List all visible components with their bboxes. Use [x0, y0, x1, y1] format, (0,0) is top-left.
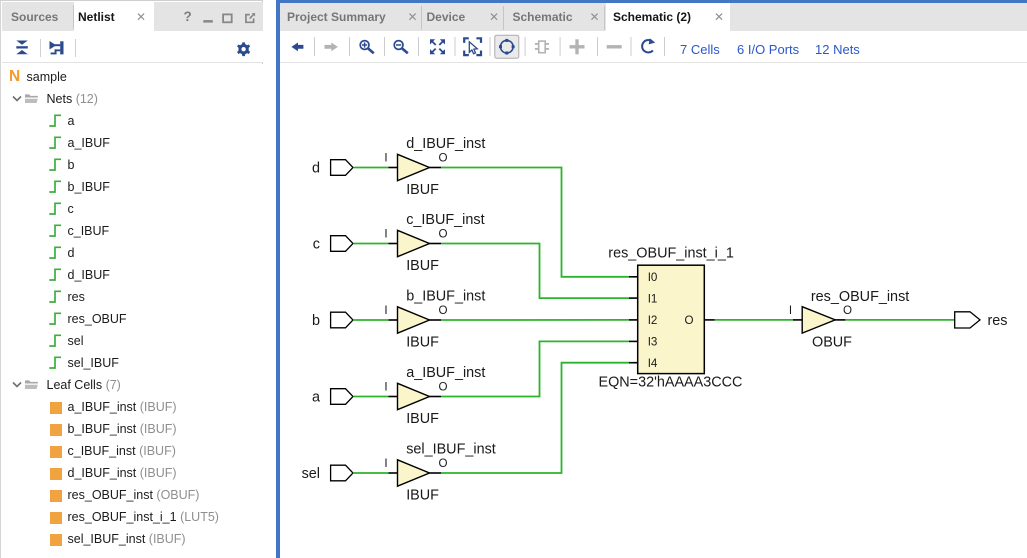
svg-text:res: res: [988, 313, 1008, 329]
svg-text:I3: I3: [648, 336, 658, 349]
svg-text:sel_IBUF_inst: sel_IBUF_inst: [406, 442, 496, 458]
svg-text:IBUF: IBUF: [406, 182, 439, 198]
svg-text:a_IBUF_inst: a_IBUF_inst: [406, 365, 485, 381]
svg-text:I: I: [384, 152, 387, 165]
svg-text:I0: I0: [648, 271, 658, 284]
svg-text:IBUF: IBUF: [406, 258, 439, 274]
svg-text:I: I: [789, 304, 792, 317]
svg-text:EQN=32'hAAAA3CCC: EQN=32'hAAAA3CCC: [599, 375, 743, 391]
svg-text:IBUF: IBUF: [406, 335, 439, 351]
svg-text:c: c: [313, 237, 320, 253]
svg-text:IBUF: IBUF: [406, 411, 439, 427]
svg-text:I1: I1: [648, 292, 658, 305]
svg-text:res_OBUF_inst: res_OBUF_inst: [811, 289, 909, 305]
svg-text:d: d: [312, 161, 320, 177]
svg-text:O: O: [685, 314, 694, 327]
svg-text:I: I: [384, 228, 387, 241]
svg-text:b: b: [312, 313, 320, 329]
svg-text:O: O: [438, 457, 447, 470]
svg-text:OBUF: OBUF: [812, 335, 852, 351]
svg-text:res_OBUF_inst_i_1: res_OBUF_inst_i_1: [608, 246, 734, 262]
svg-text:b_IBUF_inst: b_IBUF_inst: [406, 289, 485, 305]
svg-text:d_IBUF_inst: d_IBUF_inst: [406, 136, 485, 152]
svg-text:I4: I4: [648, 357, 658, 370]
svg-text:I2: I2: [648, 314, 658, 327]
svg-text:IBUF: IBUF: [406, 488, 439, 504]
svg-text:O: O: [438, 152, 447, 165]
svg-text:sel: sel: [302, 466, 320, 482]
svg-text:O: O: [438, 304, 447, 317]
svg-text:O: O: [438, 381, 447, 394]
svg-text:a: a: [312, 390, 320, 406]
svg-text:I: I: [384, 304, 387, 317]
svg-text:I: I: [384, 381, 387, 394]
svg-text:I: I: [384, 457, 387, 470]
svg-text:O: O: [843, 304, 852, 317]
svg-text:c_IBUF_inst: c_IBUF_inst: [406, 212, 484, 228]
svg-text:O: O: [438, 228, 447, 241]
